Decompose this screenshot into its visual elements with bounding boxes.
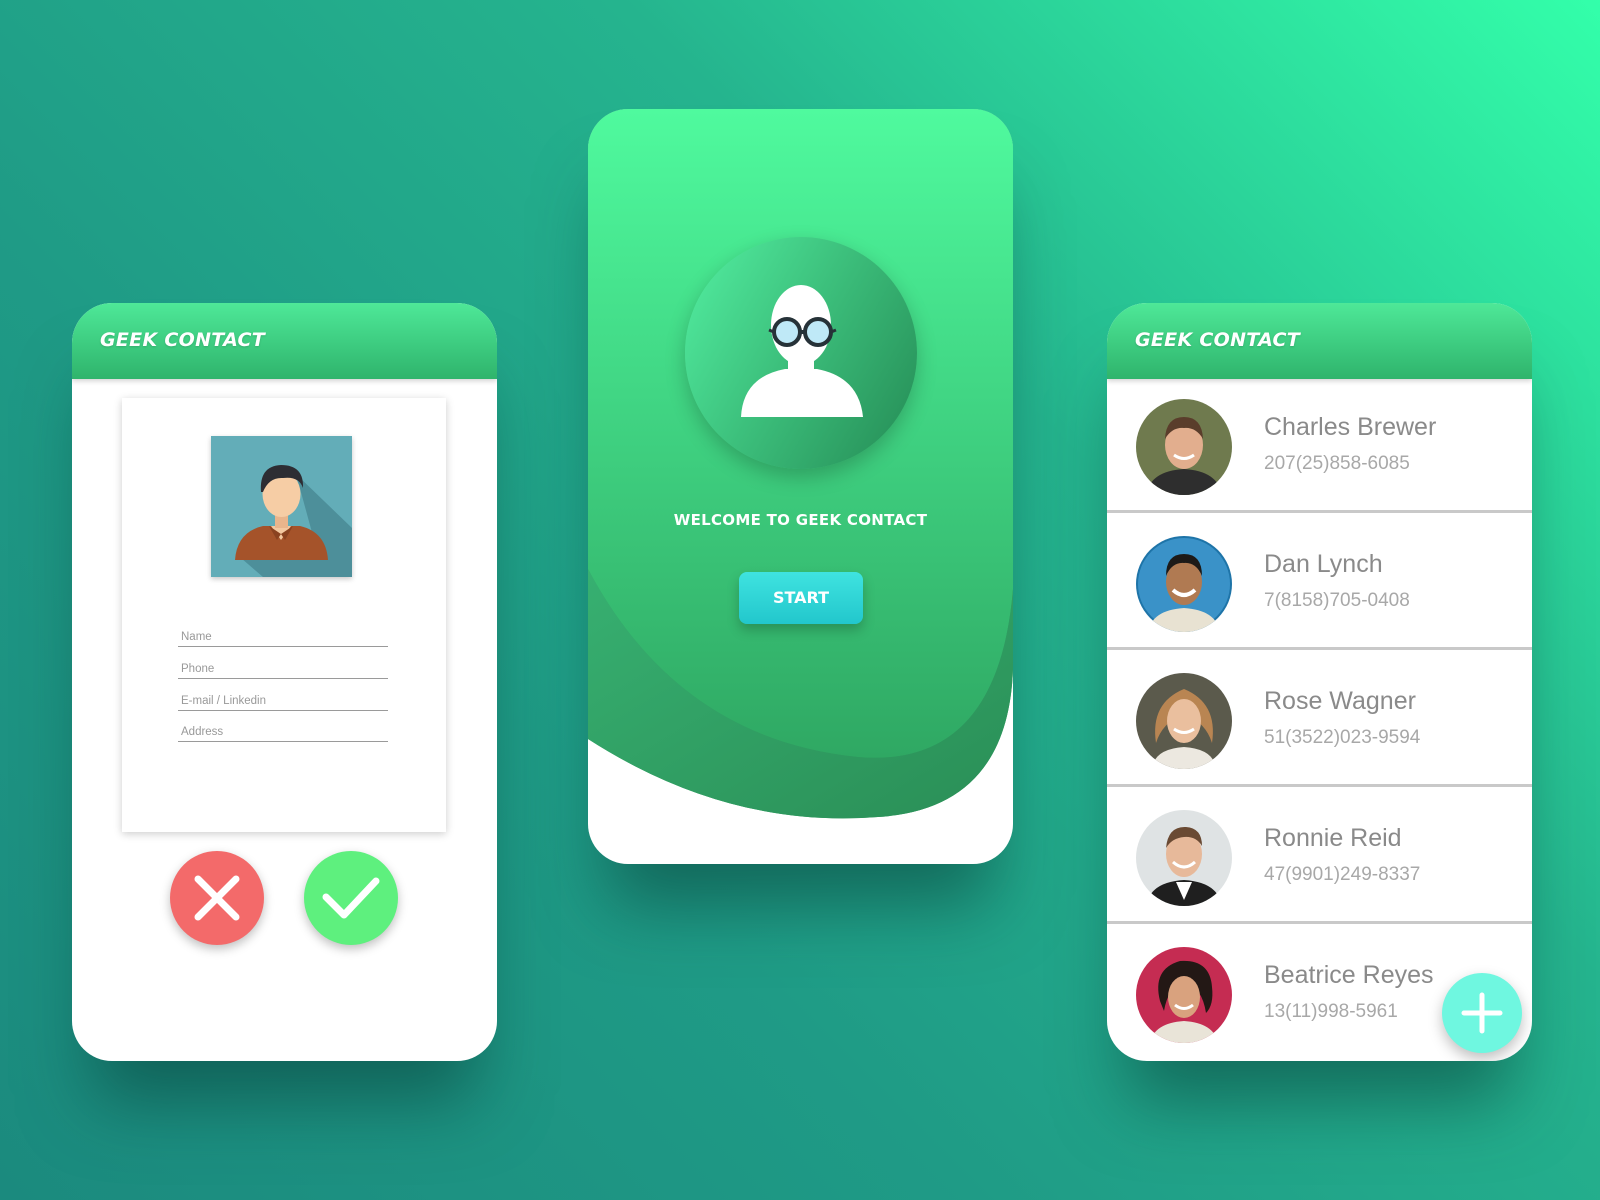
add-contact-button[interactable] [1442, 973, 1522, 1053]
contact-phone: 7(8158)705-0408 [1264, 590, 1410, 611]
contact-row[interactable]: Dan Lynch 7(8158)705-0408 [1107, 516, 1532, 650]
contact-name: Beatrice Reyes [1264, 961, 1434, 989]
contact-row[interactable]: Ronnie Reid 47(9901)249-8337 [1107, 790, 1532, 924]
contact-row[interactable]: Rose Wagner 51(3522)023-9594 [1107, 653, 1532, 787]
start-button[interactable]: START [739, 572, 863, 624]
confirm-button[interactable] [304, 851, 398, 945]
contact-list-screen: GEEK CONTACT Charles Brewer 207(25)858-6… [1107, 303, 1532, 1061]
app-title: GEEK CONTACT [100, 329, 265, 351]
avatar [1136, 673, 1232, 769]
avatar [1136, 810, 1232, 906]
contact-name: Rose Wagner [1264, 687, 1416, 715]
avatar [1136, 399, 1232, 495]
app-header: GEEK CONTACT [1107, 303, 1532, 379]
contact-row[interactable]: Charles Brewer 207(25)858-6085 [1107, 379, 1532, 513]
name-input[interactable]: Name [178, 622, 388, 647]
background-waves [588, 109, 1013, 819]
contact-phone: 207(25)858-6085 [1264, 453, 1410, 474]
welcome-screen: WELCOME TO GEEK CONTACT START [588, 109, 1013, 864]
check-icon [322, 877, 380, 919]
address-input[interactable]: Address [178, 717, 388, 742]
contact-name: Dan Lynch [1264, 550, 1383, 578]
contact-phone: 13(11)998-5961 [1264, 1001, 1398, 1022]
welcome-message: WELCOME TO GEEK CONTACT [673, 511, 928, 529]
email-linkedin-input[interactable]: E-mail / Linkedin [178, 686, 388, 711]
profile-photo[interactable] [211, 436, 352, 577]
welcome-avatar [685, 237, 917, 469]
app-title: GEEK CONTACT [1135, 329, 1300, 351]
contact-phone: 51(3522)023-9594 [1264, 727, 1421, 748]
close-icon [194, 875, 240, 921]
app-header: GEEK CONTACT [72, 303, 497, 379]
add-contact-screen: GEEK CONTACT Name Phone E-mail / Linkedi… [72, 303, 497, 1061]
cancel-button[interactable] [170, 851, 264, 945]
contact-form: Name Phone E-mail / Linkedin Address [122, 398, 446, 832]
user-avatar-icon [211, 436, 352, 577]
phone-input[interactable]: Phone [178, 654, 388, 679]
avatar [1136, 536, 1232, 632]
plus-icon [1461, 992, 1503, 1034]
contact-name: Charles Brewer [1264, 413, 1437, 441]
contact-name: Ronnie Reid [1264, 824, 1402, 852]
avatar [1136, 947, 1232, 1043]
geek-avatar-icon [741, 285, 863, 417]
contact-phone: 47(9901)249-8337 [1264, 864, 1421, 885]
